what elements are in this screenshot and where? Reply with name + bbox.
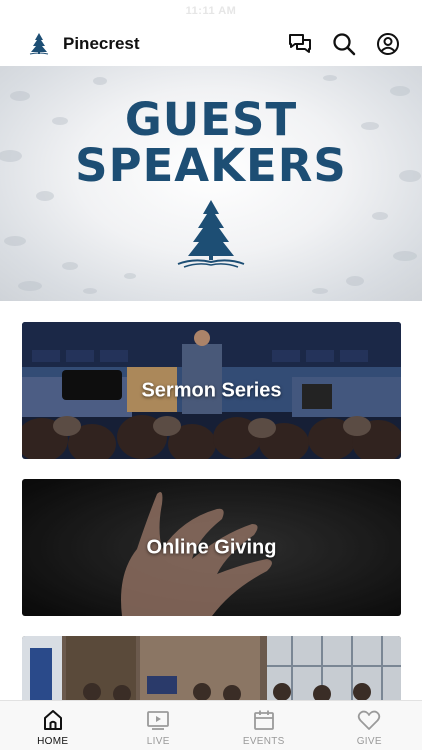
community-photo [22,636,401,700]
profile-icon[interactable] [376,32,400,56]
online-giving-card[interactable]: Online Giving [22,479,401,616]
play-screen-icon [146,708,170,732]
status-bar: 11:11 AM [0,0,422,22]
guest-speakers-banner[interactable]: GUEST SPEAKERS [0,66,422,301]
pine-tree-logo-icon [26,31,52,57]
chat-bubbles-icon[interactable] [288,32,312,56]
online-giving-label: Online Giving [146,536,277,558]
sermon-series-card[interactable]: Sermon Series [22,322,401,459]
sermon-series-label: Sermon Series [141,379,282,401]
tab-events[interactable]: EVENTS [211,701,317,750]
hero-title-line2: SPEAKERS [75,139,347,192]
tab-give[interactable]: GIVE [317,701,422,750]
home-icon [41,708,65,732]
search-icon[interactable] [332,32,356,56]
status-time: 11:11 AM [185,5,237,17]
pine-tree-icon [177,200,245,268]
app-title: Pinecrest [63,34,140,53]
tab-live[interactable]: LIVE [106,701,212,750]
app-header: Pinecrest [0,22,422,66]
calendar-icon [252,708,276,732]
tab-home-label: HOME [37,736,69,747]
hero-title-line1: GUEST [124,93,298,146]
tab-bar: HOME LIVE EVENTS GIVE [0,700,422,750]
heart-icon [357,708,381,732]
tab-live-label: LIVE [146,736,170,747]
tab-events-label: EVENTS [242,736,285,747]
tab-home[interactable]: HOME [0,701,106,750]
tab-give-label: GIVE [356,736,382,747]
community-card[interactable] [22,636,401,700]
